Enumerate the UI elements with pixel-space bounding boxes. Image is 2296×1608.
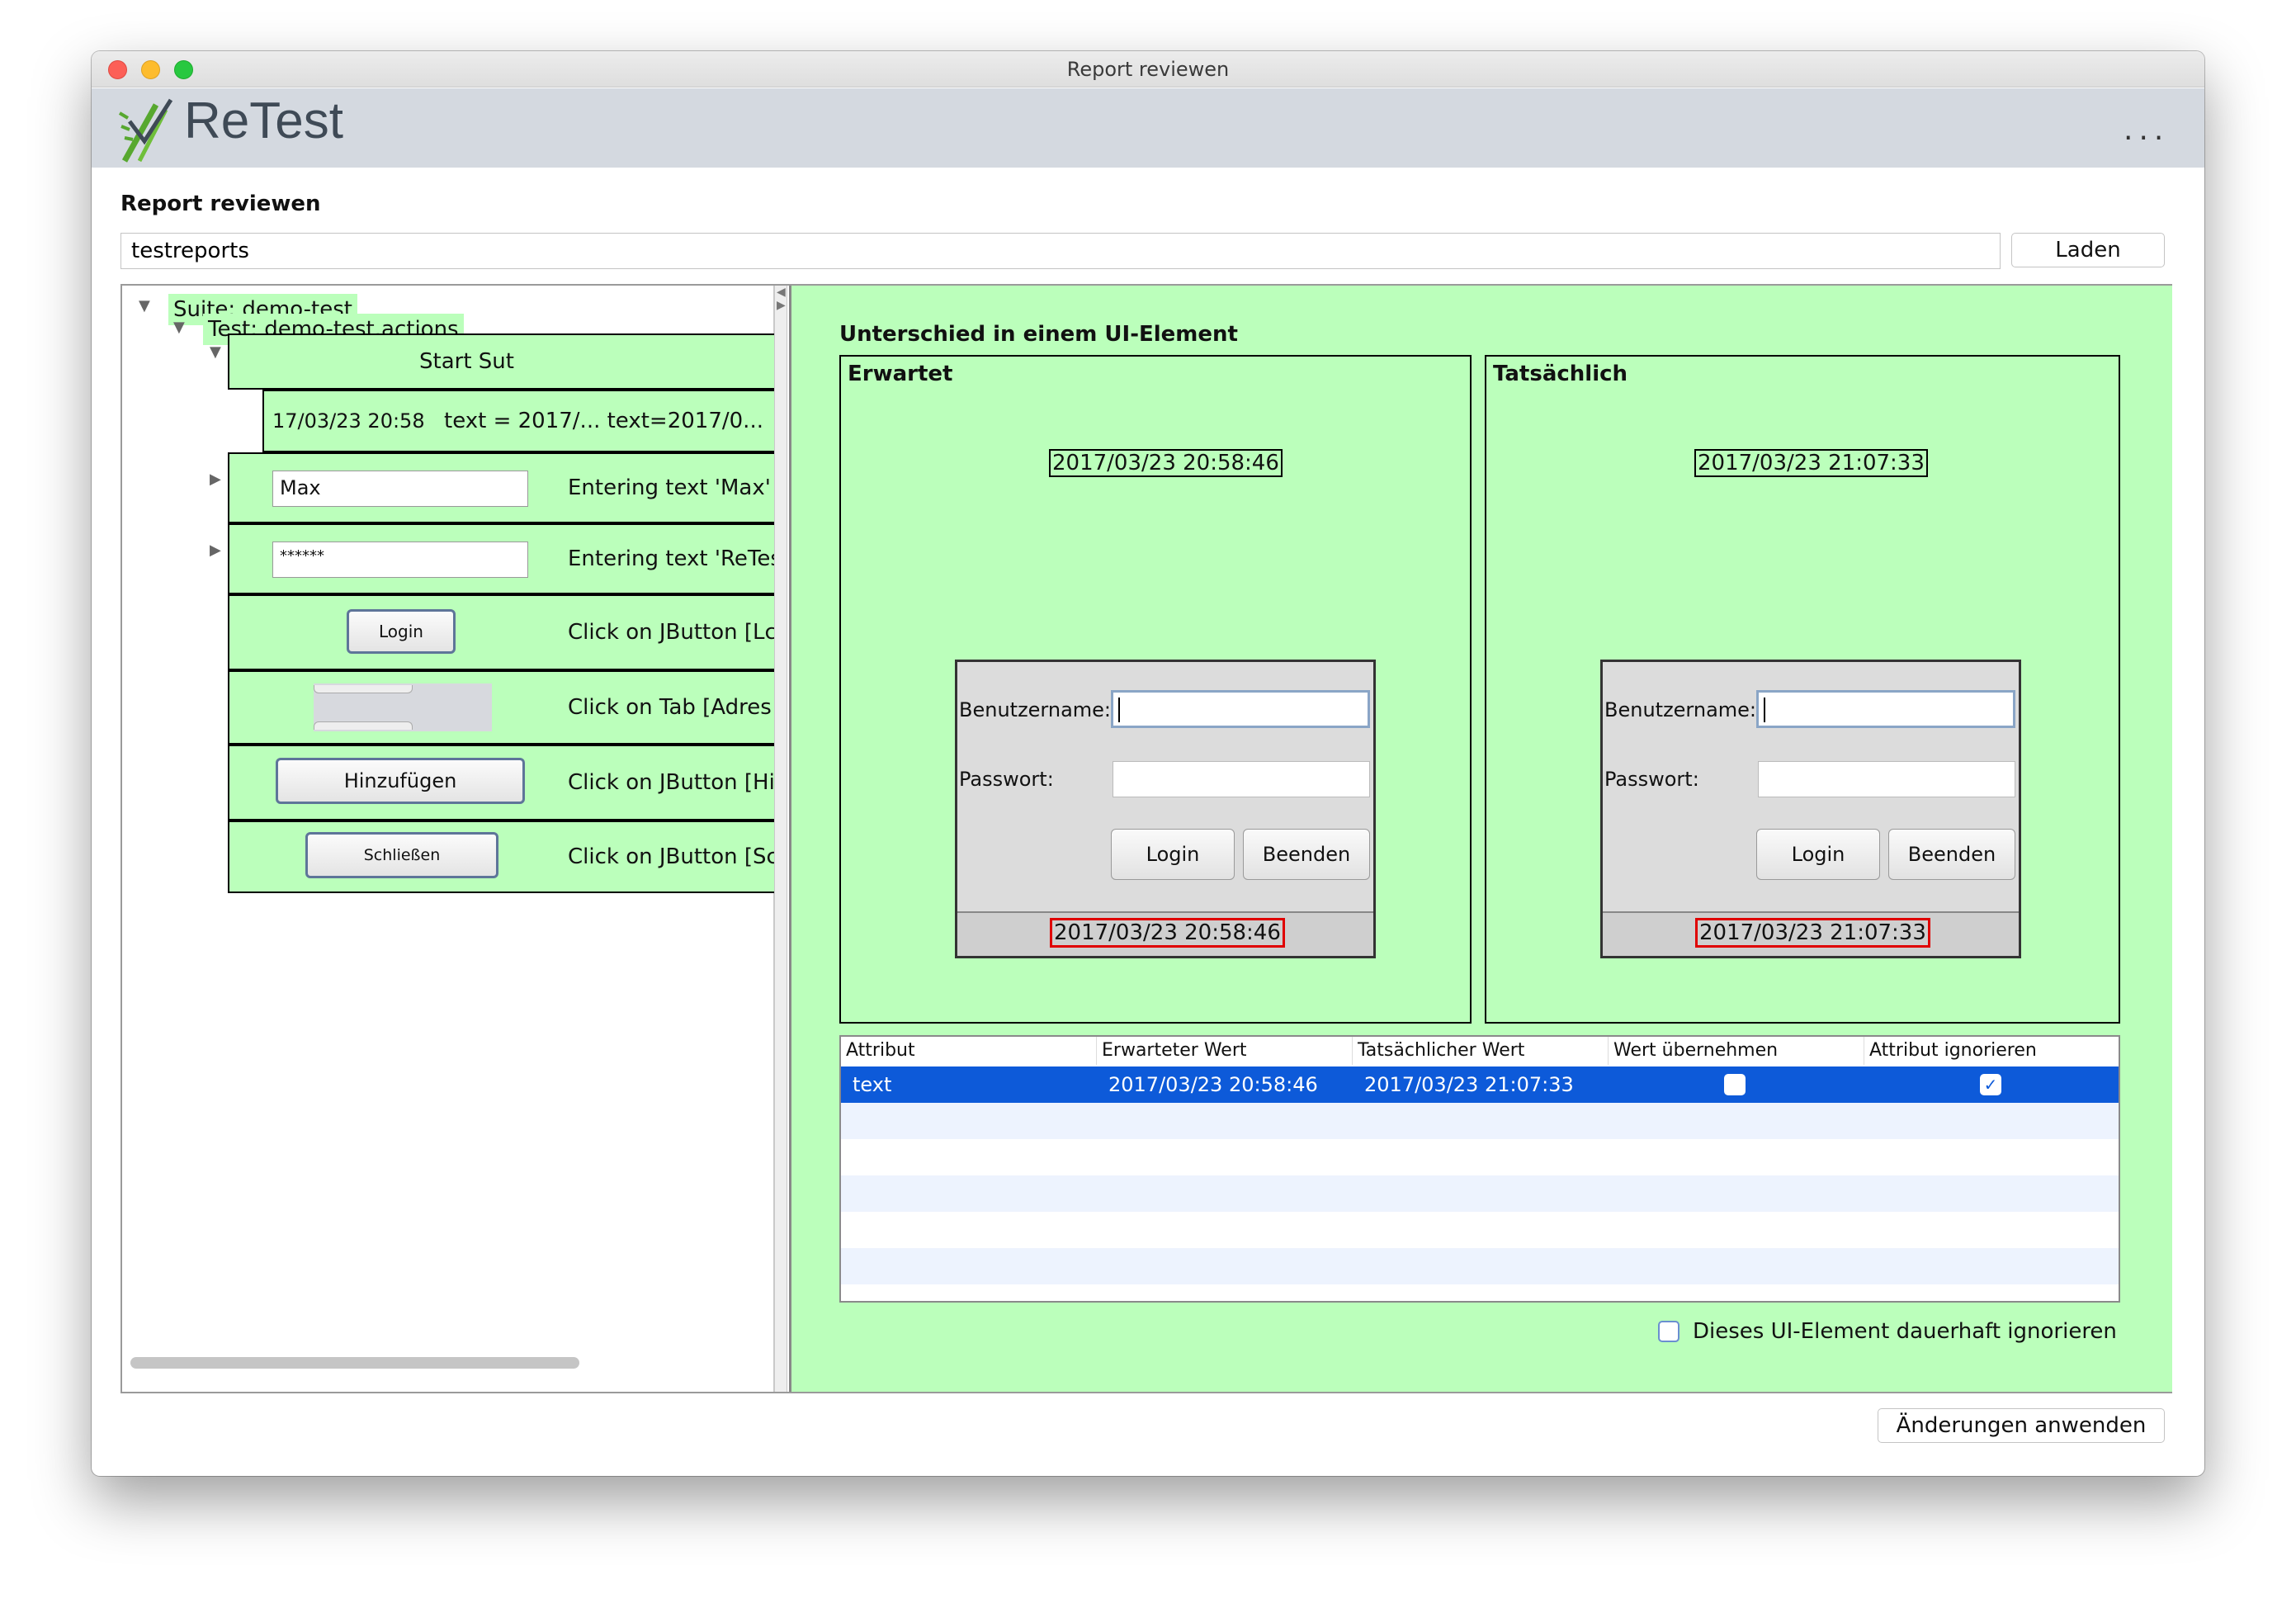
expand-step-icon[interactable]: ▶: [210, 471, 221, 488]
exit-button[interactable]: Beenden: [1888, 829, 2015, 880]
tree-step-click-login[interactable]: Login Click on JButton [Lc: [228, 594, 774, 670]
step-label: text = 2017/... text=2017/0...: [444, 409, 763, 433]
cell-expected: 2017/03/23 20:58:46: [1108, 1073, 1318, 1096]
login-button[interactable]: Login: [1756, 829, 1880, 880]
table-row[interactable]: text 2017/03/23 20:58:46 2017/03/23 21:0…: [841, 1066, 2119, 1103]
minimize-window-button[interactable]: [141, 60, 160, 79]
table-row[interactable]: [841, 1103, 2119, 1139]
tree-step-click-schliessen[interactable]: Schließen Click on JButton [Sc: [228, 821, 774, 893]
username-field[interactable]: [1111, 690, 1370, 728]
attribute-table: Attribut Erwarteter Wert Tatsächlicher W…: [839, 1035, 2120, 1303]
table-row[interactable]: [841, 1139, 2119, 1175]
expected-status-timestamp: 2017/03/23 20:58:46: [1050, 918, 1285, 948]
step-preview-button: Schließen: [305, 832, 498, 878]
logo-text: ReTest: [184, 92, 343, 149]
column-header-accept[interactable]: Wert übernehmen: [1609, 1037, 1864, 1065]
actual-status-timestamp: 2017/03/23 21:07:33: [1695, 918, 1930, 948]
expand-step-icon[interactable]: ▶: [210, 542, 221, 559]
text-caret: [1764, 698, 1765, 722]
password-label: Passwort:: [959, 768, 1054, 791]
step-preview-button: Login: [347, 609, 456, 654]
step-label: Start Sut: [419, 349, 514, 374]
step-label: Entering text 'ReTes: [568, 546, 774, 571]
step-preview-button: Hinzufügen: [276, 758, 525, 804]
expand-test-icon[interactable]: ▼: [173, 319, 185, 336]
tree-step-click-tab[interactable]: Click on Tab [Adres: [228, 670, 774, 745]
tree-step-enter-password[interactable]: ****** Entering text 'ReTes: [228, 523, 774, 594]
password-field[interactable]: [1113, 761, 1370, 797]
login-button[interactable]: Login: [1111, 829, 1235, 880]
step-label: Click on JButton [Lc: [568, 620, 774, 645]
status-bar: 2017/03/23 21:07:33: [1603, 911, 2019, 956]
expand-start-icon[interactable]: ▼: [210, 343, 221, 361]
table-row[interactable]: [841, 1248, 2119, 1284]
text-caret: [1118, 698, 1120, 722]
password-label: Passwort:: [1604, 768, 1699, 791]
tab-shape: [314, 721, 413, 730]
window-title: Report reviewen: [1066, 58, 1230, 81]
expected-timestamp: 2017/03/23 20:58:46: [1049, 449, 1283, 477]
accept-value-checkbox[interactable]: [1724, 1074, 1746, 1095]
table-row[interactable]: [841, 1212, 2119, 1248]
expected-title: Erwartet: [848, 362, 953, 386]
username-field[interactable]: [1756, 690, 2015, 728]
actual-view: Tatsächlich 2017/03/23 21:07:33 Benutzer…: [1485, 355, 2120, 1024]
report-path-input[interactable]: [120, 233, 2001, 269]
tree-step-text-diff[interactable]: 17/03/23 20:58 text = 2017/... text=2017…: [262, 390, 774, 452]
split-pane: ▼ Suite: demo-test ▼ Test: demo-test.act…: [120, 284, 2172, 1393]
step-preview-tab: [314, 683, 492, 731]
step-preview-text: 17/03/23 20:58: [272, 409, 425, 433]
column-header-actual[interactable]: Tatsächlicher Wert: [1353, 1037, 1609, 1065]
expand-suite-icon[interactable]: ▼: [139, 297, 150, 315]
username-label: Benutzername:: [1604, 698, 1757, 721]
title-bar: Report reviewen: [92, 51, 2204, 87]
table-row[interactable]: [841, 1175, 2119, 1212]
diff-title: Unterschied in einem UI-Element: [839, 322, 1238, 347]
app-window: Report reviewen ReTest ... Report review…: [92, 51, 2204, 1476]
status-bar: 2017/03/23 20:58:46: [957, 911, 1373, 956]
exit-button[interactable]: Beenden: [1243, 829, 1370, 880]
tab-shape: [314, 685, 413, 693]
ignore-attribute-checkbox[interactable]: ✓: [1980, 1074, 2001, 1095]
page-heading: Report reviewen: [120, 192, 321, 216]
step-label: Click on JButton [Hi: [568, 770, 774, 795]
step-preview-field: ******: [272, 542, 528, 578]
column-header-expected[interactable]: Erwarteter Wert: [1097, 1037, 1353, 1065]
password-field[interactable]: [1758, 761, 2015, 797]
more-menu-button[interactable]: ...: [2124, 113, 2169, 147]
report-tree: ▼ Suite: demo-test ▼ Test: demo-test.act…: [124, 286, 774, 1392]
actual-login-window: Benutzername: Passwort: Login Beenden 20…: [1600, 660, 2021, 958]
tree-horizontal-scrollbar[interactable]: [130, 1357, 579, 1369]
step-preview-field: Max: [272, 471, 528, 507]
zoom-window-button[interactable]: [174, 60, 193, 79]
cell-attribute: text: [853, 1073, 892, 1096]
actual-timestamp: 2017/03/23 21:07:33: [1694, 449, 1928, 477]
tree-step-enter-max[interactable]: Max Entering text 'Max': [228, 452, 774, 523]
step-label: Click on JButton [Sc: [568, 844, 774, 869]
step-label: Click on Tab [Adres: [568, 695, 772, 720]
actual-title: Tatsächlich: [1493, 362, 1628, 386]
step-label: Entering text 'Max': [568, 475, 771, 500]
column-header-ignore[interactable]: Attribut ignorieren: [1864, 1037, 2119, 1065]
divider-arrows-icon[interactable]: ◀ ▶: [777, 286, 786, 312]
tree-step-click-hinzufuegen[interactable]: Hinzufügen Click on JButton [Hi: [228, 745, 774, 821]
expected-login-window: Benutzername: Passwort: Login Beenden 20…: [955, 660, 1376, 958]
cell-actual: 2017/03/23 21:07:33: [1364, 1073, 1574, 1096]
username-label: Benutzername:: [959, 698, 1112, 721]
split-divider[interactable]: ◀ ▶: [774, 286, 787, 1392]
diff-panel: Unterschied in einem UI-Element Erwartet…: [789, 286, 2172, 1392]
column-header-attribute[interactable]: Attribut: [841, 1037, 1097, 1065]
ignore-element-checkbox[interactable]: [1658, 1321, 1679, 1342]
tree-step-start-sut[interactable]: Start Sut: [228, 333, 774, 390]
apply-changes-button[interactable]: Änderungen anwenden: [1878, 1408, 2165, 1443]
close-window-button[interactable]: [108, 60, 127, 79]
expected-view: Erwartet 2017/03/23 20:58:46 Benutzernam…: [839, 355, 1472, 1024]
app-header: ReTest ...: [92, 88, 2204, 168]
load-button[interactable]: Laden: [2011, 233, 2165, 267]
ignore-element-label: Dieses UI-Element dauerhaft ignorieren: [1693, 1319, 2117, 1344]
